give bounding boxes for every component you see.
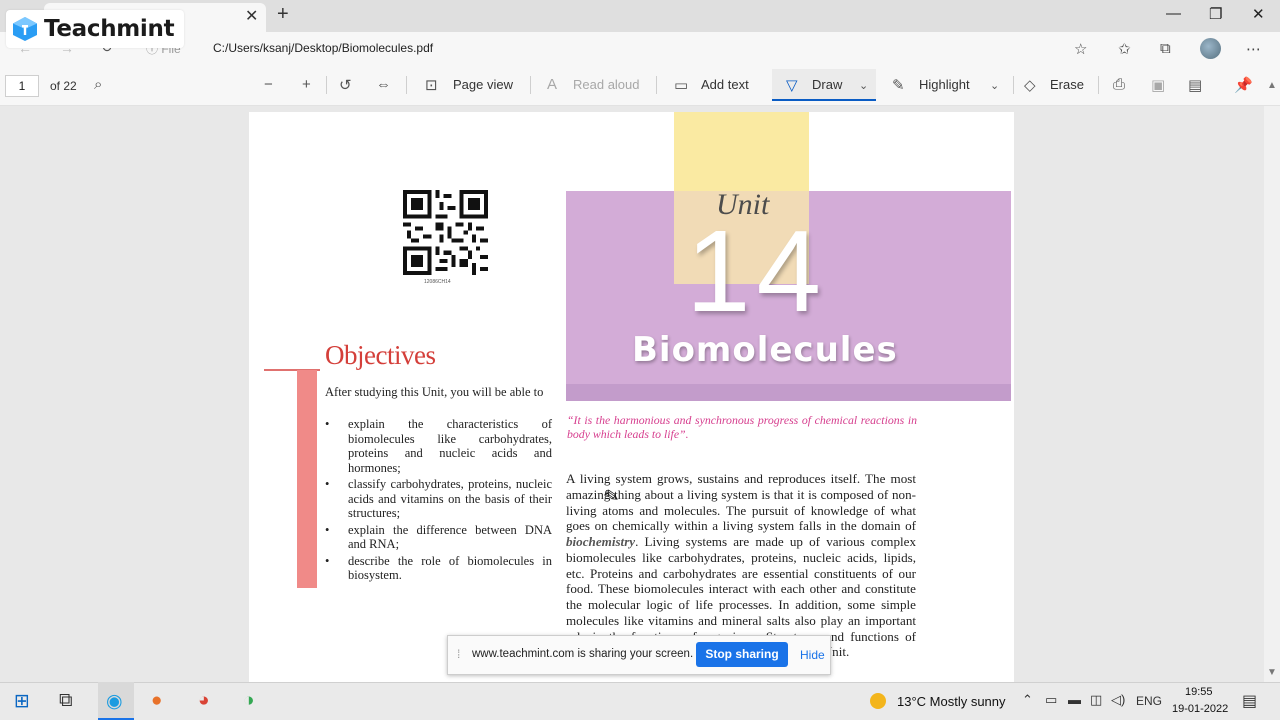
meet-now-icon[interactable]: ▭ — [1045, 692, 1057, 708]
unit-purple-band — [566, 384, 1011, 401]
unit-quote: “It is the harmonious and synchronous pr… — [567, 413, 917, 441]
qr-code — [403, 190, 488, 275]
battery-icon[interactable]: ▬ — [1068, 692, 1081, 707]
add-text-button[interactable]: Add text — [701, 77, 749, 92]
chrome-profile-icon[interactable]: ◕ — [198, 690, 209, 712]
page-count: of 22 — [50, 79, 77, 93]
clock-time[interactable]: 19:55 — [1185, 686, 1213, 698]
scroll-down-icon[interactable]: ▼ — [1267, 667, 1277, 678]
objectives-list: explain the characteristics of biomolecu… — [325, 417, 552, 585]
save-as-icon[interactable]: ▤ — [1188, 76, 1202, 94]
volume-icon[interactable]: ◁) — [1111, 692, 1125, 708]
read-aloud-button: Read aloud — [573, 77, 640, 92]
unit-number: 14 — [686, 206, 828, 336]
language-indicator[interactable]: ENG — [1136, 694, 1162, 708]
unit-title: Biomolecules — [632, 330, 898, 370]
tab-close-icon[interactable]: ✕ — [245, 6, 258, 26]
pdf-toolbar — [0, 64, 1280, 106]
new-tab-icon[interactable]: + — [277, 3, 289, 26]
objectives-sidebar — [297, 370, 317, 588]
firefox-icon[interactable]: ● — [151, 690, 162, 712]
zoom-in-icon[interactable]: + — [302, 76, 311, 93]
objectives-intro: After studying this Unit, you will be ab… — [325, 385, 544, 399]
rotate-icon[interactable]: ↺ — [339, 76, 352, 94]
vertical-scrollbar[interactable] — [1264, 106, 1280, 682]
weather-text[interactable]: 13°C Mostly sunny — [897, 694, 1006, 709]
objective-item: describe the role of biomolecules in bio… — [325, 554, 552, 583]
eraser-icon[interactable]: ◇ — [1024, 76, 1036, 94]
objective-item: explain the characteristics of biomolecu… — [325, 417, 552, 475]
page-view-icon[interactable]: ⊡ — [425, 76, 438, 94]
url-field[interactable]: C:/Users/ksanj/Desktop/Biomolecules.pdf — [213, 41, 433, 55]
objective-item: explain the difference between DNA and R… — [325, 523, 552, 552]
print-icon[interactable]: ⎙ — [1113, 76, 1125, 93]
brand-name: Teachmint — [44, 16, 175, 42]
add-text-icon[interactable]: ▭ — [674, 76, 688, 94]
edge-icon[interactable]: ◉ — [106, 690, 123, 713]
minimize-icon[interactable]: — — [1166, 5, 1181, 22]
favorites-icon[interactable]: ✩ — [1118, 40, 1131, 58]
toolbar-divider — [326, 76, 327, 94]
network-icon[interactable]: ◫ — [1090, 692, 1102, 708]
scroll-up-icon[interactable]: ▲ — [1267, 80, 1277, 91]
toolbar-divider — [656, 76, 657, 94]
weather-sun-icon — [870, 693, 886, 709]
tray-chevron-up-icon[interactable]: ⌃ — [1022, 692, 1033, 708]
toolbar-divider — [1098, 76, 1099, 94]
qr-code-caption: 12086CH14 — [424, 279, 451, 285]
highlight-chevron-down-icon[interactable]: ⌄ — [990, 79, 999, 92]
highlight-button[interactable]: Highlight — [919, 77, 970, 92]
highlight-icon[interactable]: ✎ — [892, 76, 905, 94]
search-icon[interactable]: ⌕ — [94, 76, 102, 93]
page-number-input[interactable]: 1 — [5, 75, 39, 97]
stop-sharing-button[interactable]: Stop sharing — [696, 642, 788, 667]
toolbar-divider — [530, 76, 531, 94]
task-view-icon[interactable]: ⧉ — [59, 690, 73, 712]
share-message: www.teachmint.com is sharing your screen… — [472, 648, 694, 660]
clock-date[interactable]: 19-01-2022 — [1172, 703, 1228, 715]
objectives-title: Objectives — [325, 340, 436, 370]
pin-icon[interactable]: 📌 — [1234, 76, 1253, 94]
draw-chevron-down-icon[interactable]: ⌄ — [859, 79, 868, 92]
address-bar — [0, 32, 1280, 64]
zoom-out-icon[interactable]: − — [264, 76, 273, 93]
read-aloud-icon: A — [547, 76, 558, 93]
chrome-icon[interactable]: ◑ — [243, 690, 254, 712]
save-icon: ▣ — [1151, 77, 1166, 94]
hide-share-bar-link[interactable]: Hide — [800, 648, 825, 662]
draw-button[interactable]: Draw — [812, 77, 842, 92]
collections-icon[interactable]: ⧉ — [1160, 40, 1171, 57]
draw-icon[interactable]: ▽ — [786, 76, 798, 94]
objective-item: classify carbohydrates, proteins, nuclei… — [325, 477, 552, 521]
taskbar — [0, 682, 1280, 720]
body-text-emphasis: biochemistry — [566, 534, 636, 549]
page-view-button[interactable]: Page view — [453, 77, 513, 92]
teachmint-logo: Teachmint — [6, 10, 185, 48]
restore-icon[interactable]: ❐ — [1209, 5, 1222, 23]
teachmint-logo-icon — [13, 17, 37, 41]
more-icon[interactable]: ⋯ — [1246, 40, 1261, 58]
add-favorite-icon[interactable]: ☆ — [1074, 40, 1087, 58]
toolbar-divider — [406, 76, 407, 94]
erase-button[interactable]: Erase — [1050, 77, 1084, 92]
drag-handle-icon[interactable]: ⁞ — [457, 647, 460, 661]
fit-width-icon[interactable]: ⇔ — [376, 76, 391, 93]
pdf-page: 12086CH14 Unit 14 Biomolecules Objective… — [249, 112, 1014, 682]
notifications-icon[interactable]: ▤ — [1242, 691, 1257, 711]
windows-start-icon[interactable]: ⊞ — [14, 690, 30, 713]
profile-icon[interactable] — [1200, 38, 1221, 59]
window-close-icon[interactable]: ✕ — [1252, 5, 1265, 23]
toolbar-divider — [1013, 76, 1014, 94]
